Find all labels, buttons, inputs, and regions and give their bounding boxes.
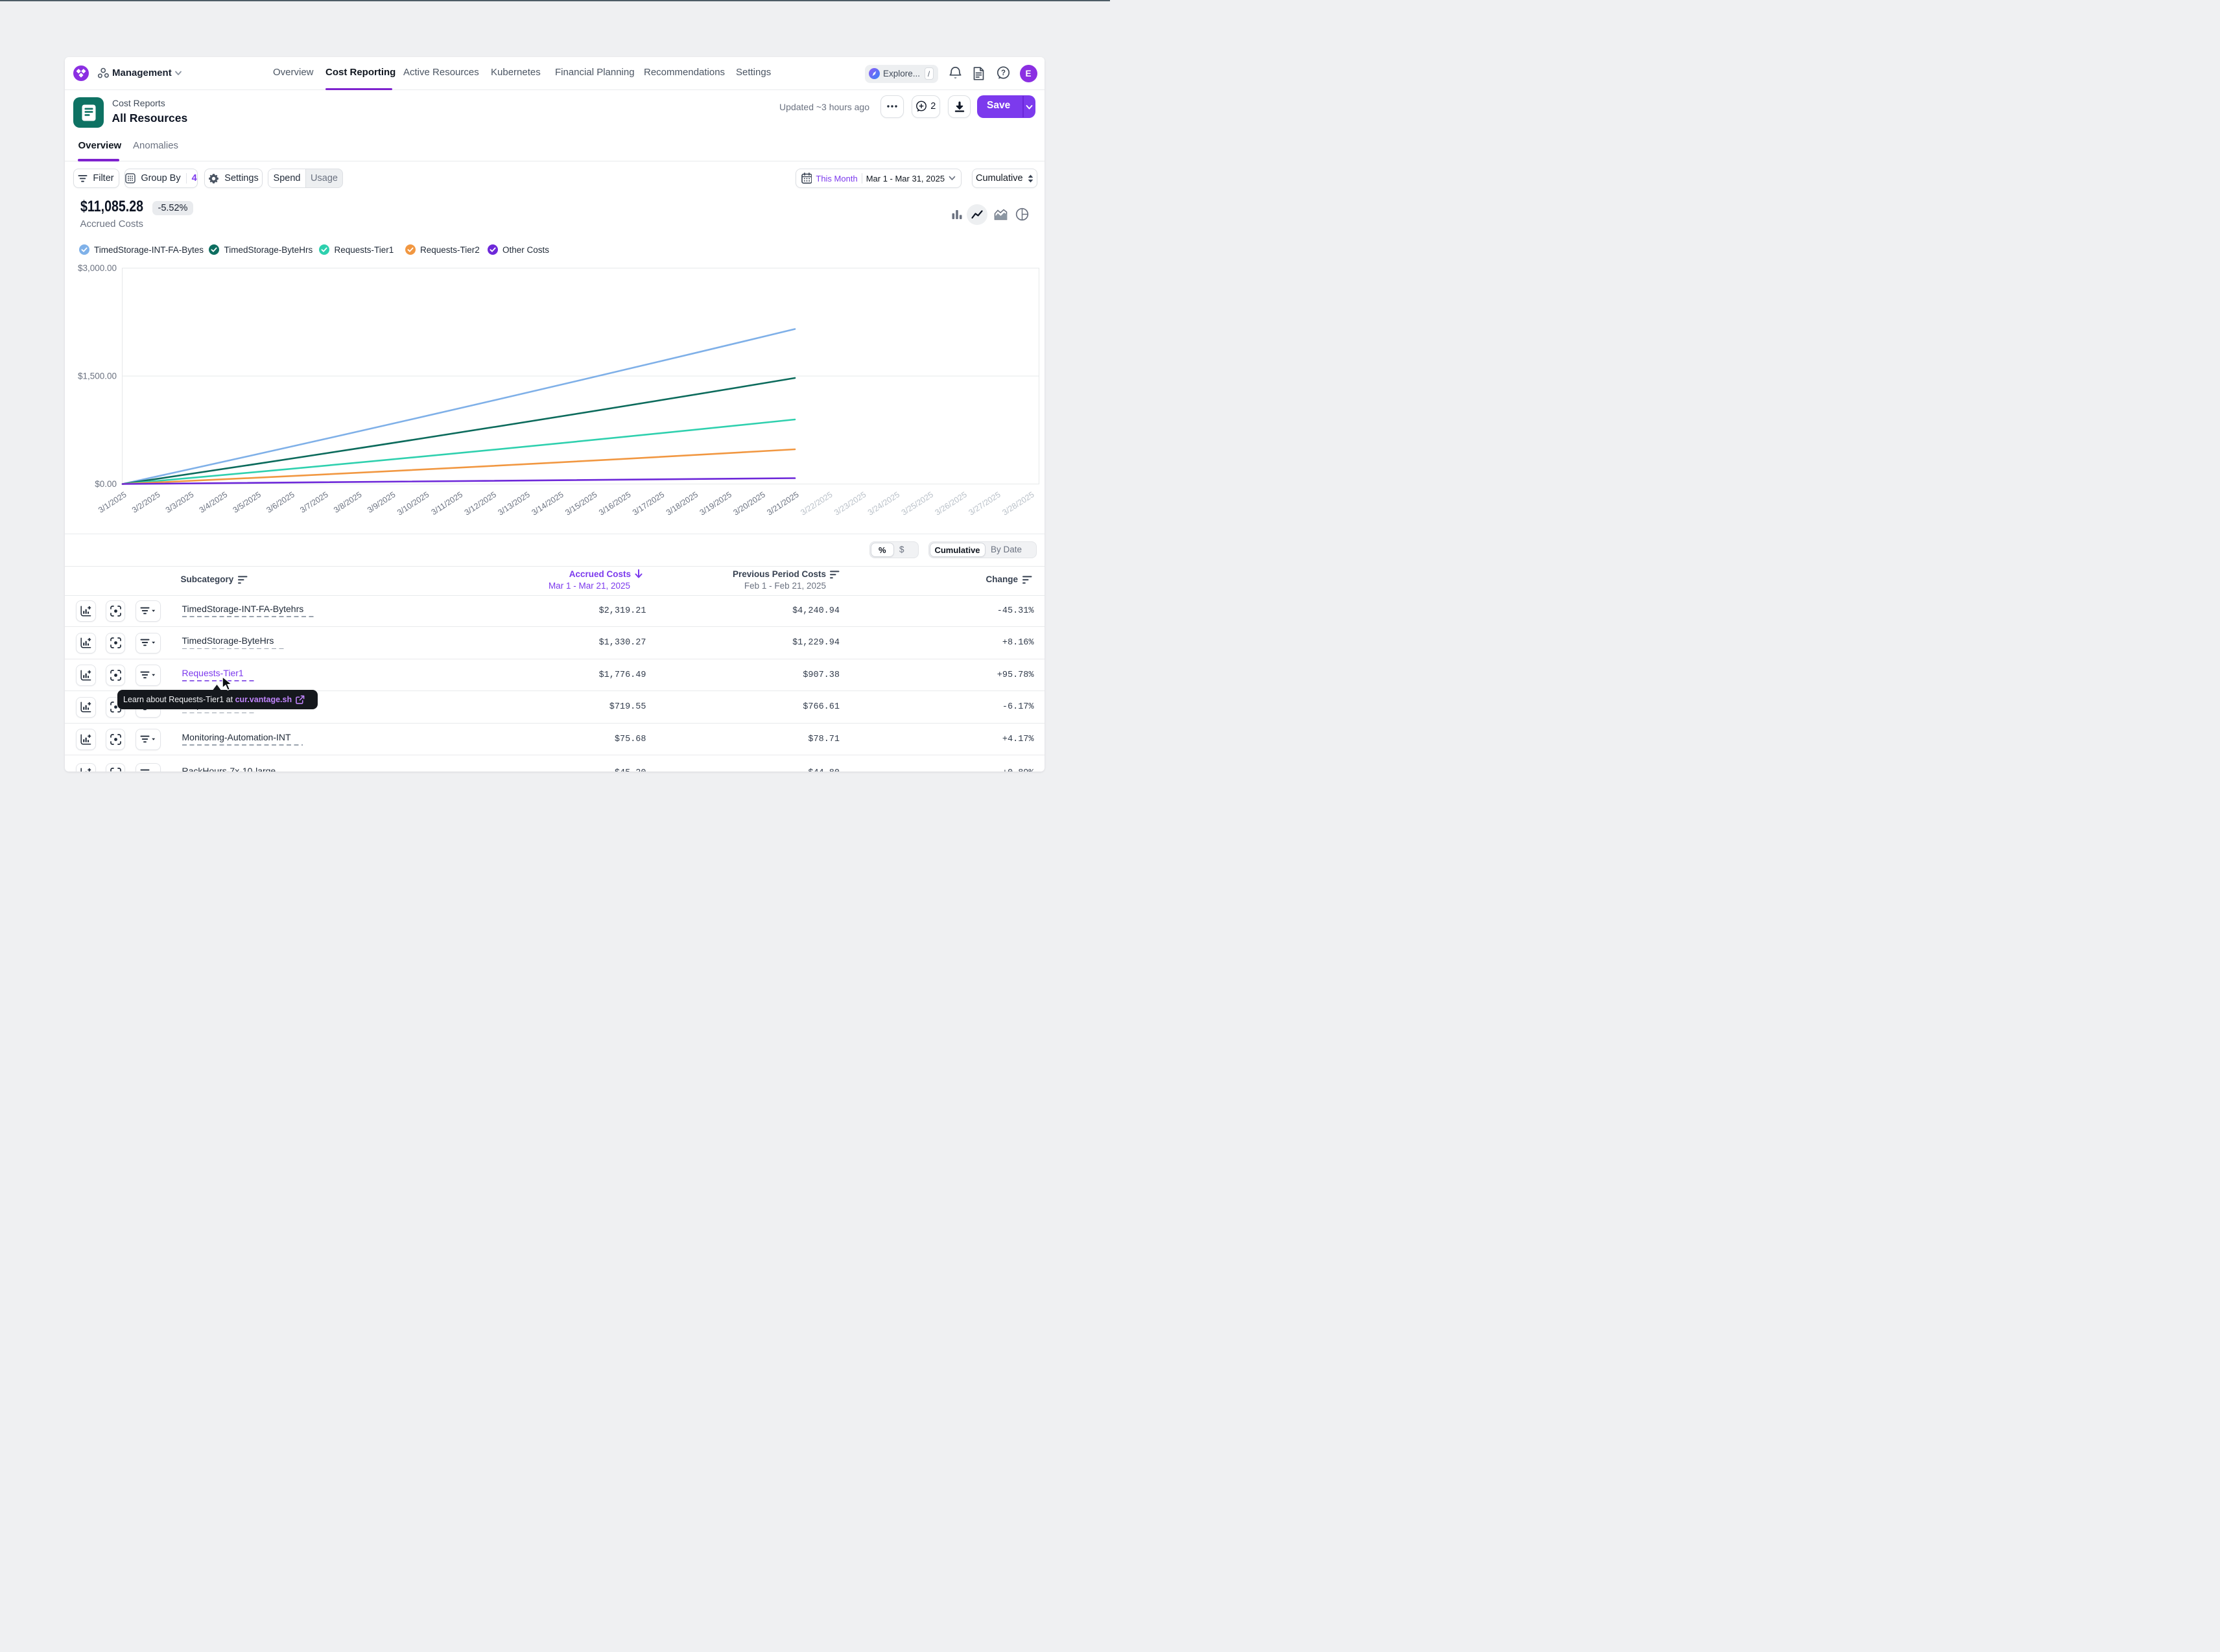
- svg-text:3/22/2025: 3/22/2025: [799, 490, 834, 517]
- svg-text:3/11/2025: 3/11/2025: [430, 490, 465, 517]
- svg-text:3/18/2025: 3/18/2025: [665, 490, 700, 517]
- svg-text:3/25/2025: 3/25/2025: [900, 490, 935, 517]
- svg-text:3/26/2025: 3/26/2025: [934, 490, 969, 517]
- svg-text:3/8/2025: 3/8/2025: [332, 490, 363, 515]
- svg-text:3/24/2025: 3/24/2025: [866, 490, 901, 517]
- svg-text:3/2/2025: 3/2/2025: [130, 490, 161, 515]
- svg-text:$0.00: $0.00: [95, 479, 117, 489]
- svg-text:3/21/2025: 3/21/2025: [765, 490, 800, 517]
- svg-text:3/7/2025: 3/7/2025: [298, 490, 329, 515]
- svg-text:3/15/2025: 3/15/2025: [563, 490, 598, 517]
- svg-text:3/27/2025: 3/27/2025: [967, 490, 1002, 517]
- svg-text:3/6/2025: 3/6/2025: [265, 490, 296, 515]
- svg-text:$3,000.00: $3,000.00: [78, 263, 117, 273]
- svg-text:3/3/2025: 3/3/2025: [164, 490, 195, 515]
- svg-text:3/16/2025: 3/16/2025: [597, 490, 632, 517]
- svg-text:3/12/2025: 3/12/2025: [463, 490, 498, 517]
- svg-text:3/17/2025: 3/17/2025: [631, 490, 666, 517]
- svg-text:3/10/2025: 3/10/2025: [396, 490, 431, 517]
- svg-text:3/9/2025: 3/9/2025: [366, 490, 397, 515]
- svg-text:3/1/2025: 3/1/2025: [97, 490, 128, 515]
- svg-text:?: ?: [1001, 69, 1006, 77]
- svg-text:$1,500.00: $1,500.00: [78, 372, 117, 381]
- svg-text:3/23/2025: 3/23/2025: [832, 490, 868, 517]
- svg-text:3/14/2025: 3/14/2025: [530, 490, 565, 517]
- svg-text:3/20/2025: 3/20/2025: [732, 490, 767, 517]
- svg-text:3/4/2025: 3/4/2025: [198, 490, 229, 515]
- svg-text:3/5/2025: 3/5/2025: [231, 490, 263, 515]
- svg-text:3/28/2025: 3/28/2025: [1000, 490, 1035, 517]
- svg-text:3/19/2025: 3/19/2025: [698, 490, 733, 517]
- svg-text:3/13/2025: 3/13/2025: [497, 490, 532, 517]
